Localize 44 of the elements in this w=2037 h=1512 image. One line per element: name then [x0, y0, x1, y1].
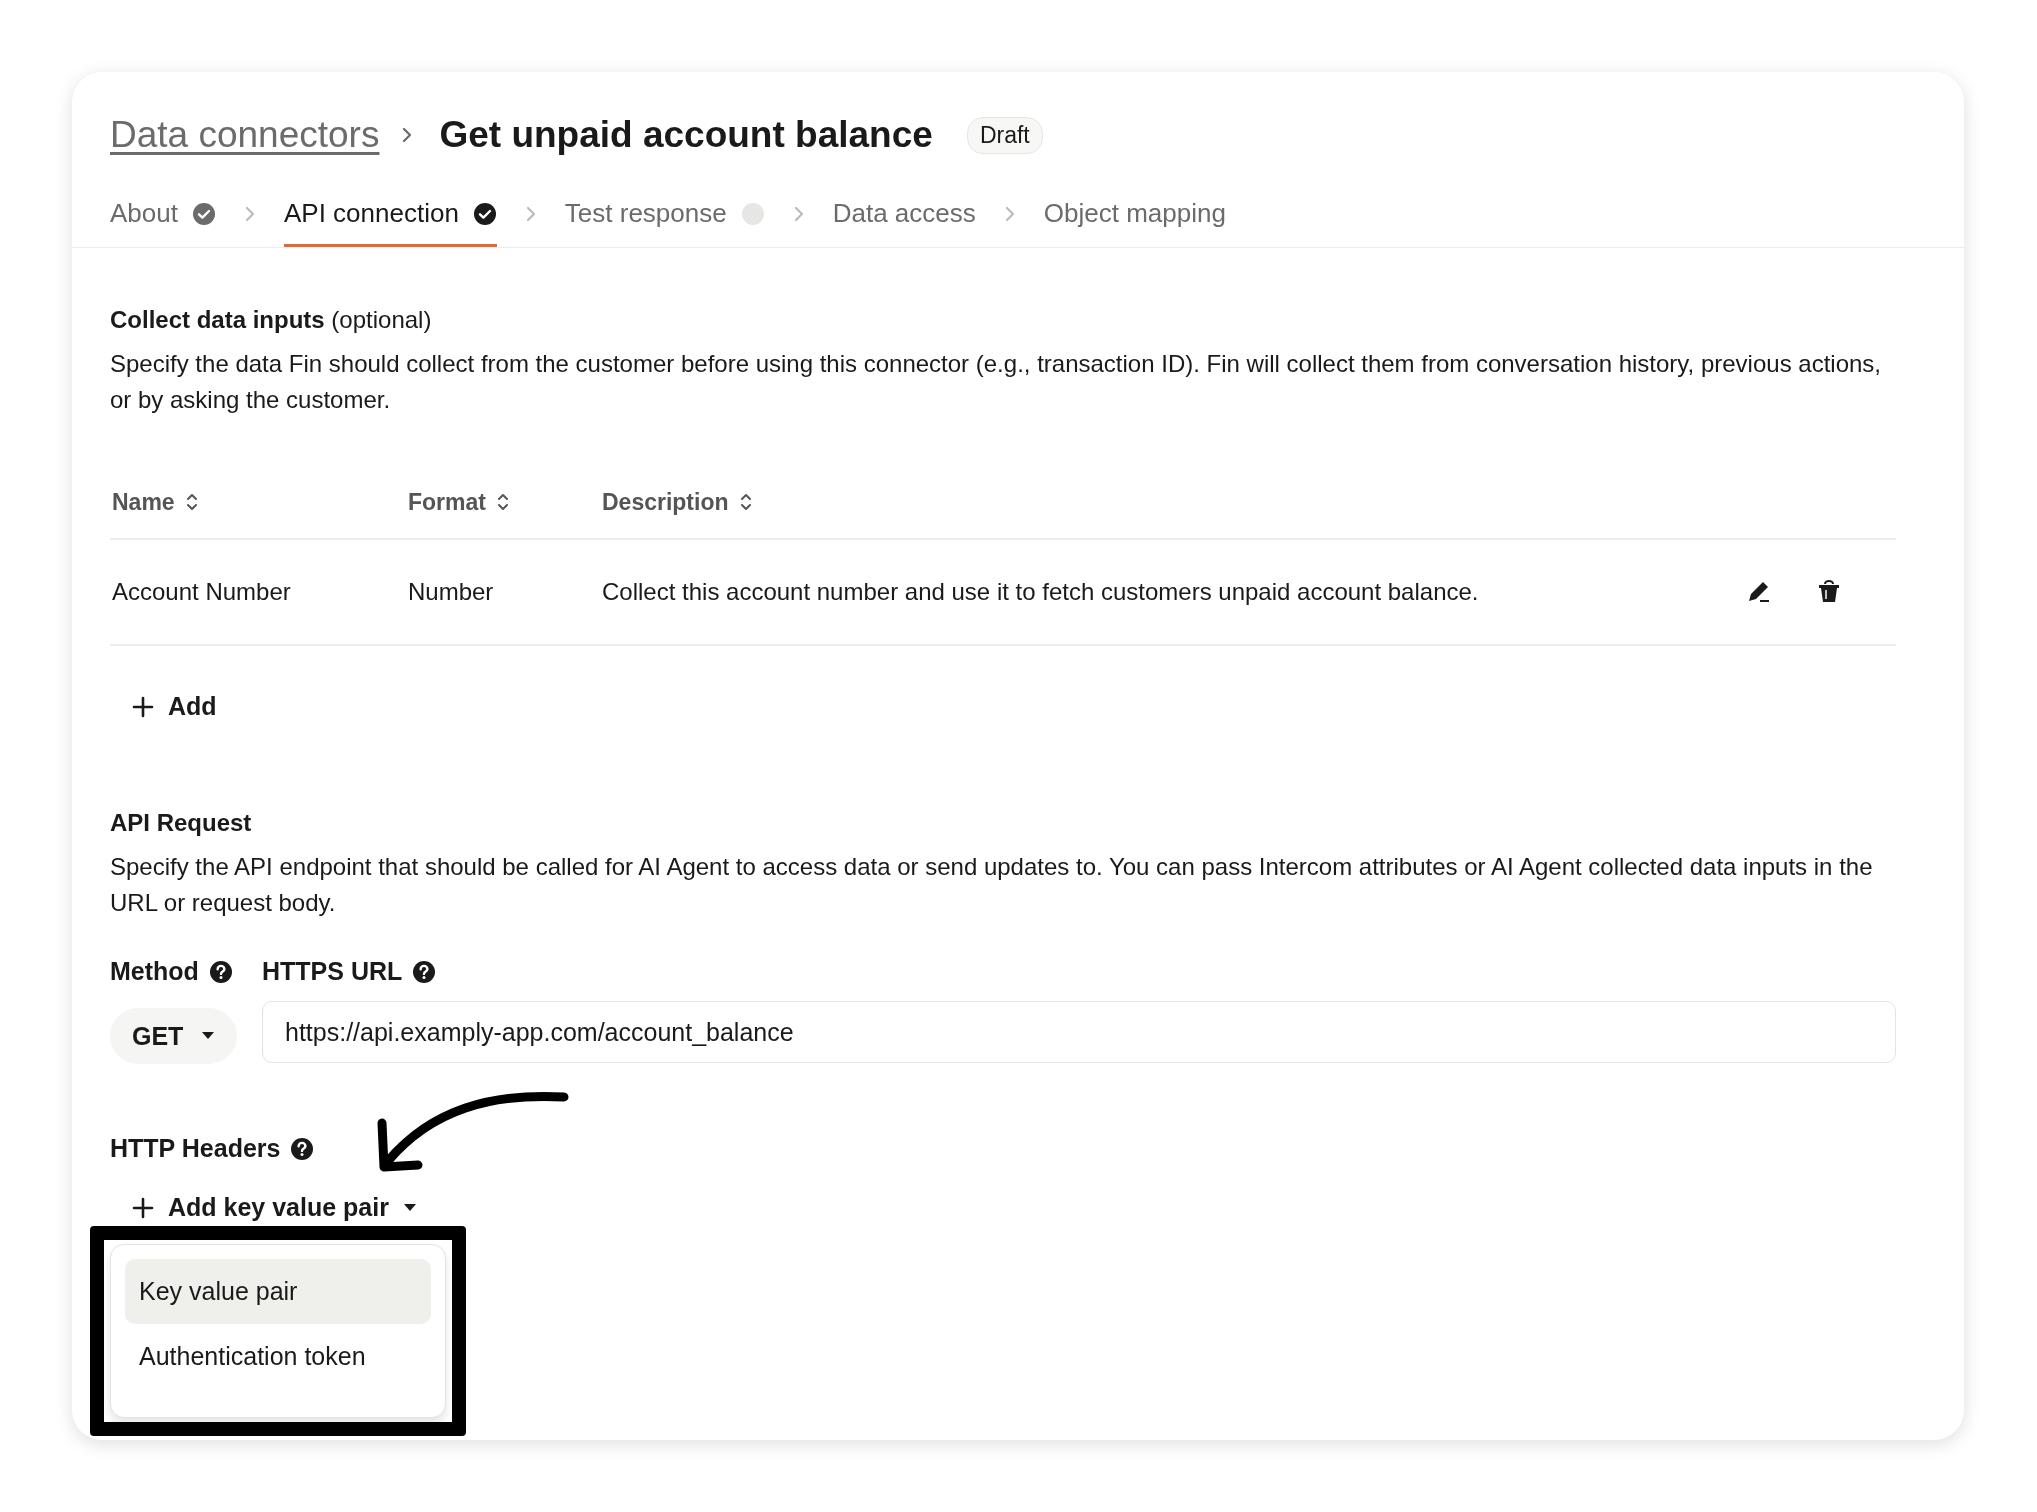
plus-icon — [132, 695, 154, 718]
chevron-right-icon — [401, 126, 414, 144]
plus-icon — [132, 1196, 154, 1219]
column-header[interactable]: Format — [408, 488, 602, 516]
menu-item[interactable]: Authentication token — [125, 1324, 431, 1389]
menu-item[interactable]: Key value pair — [125, 1259, 431, 1324]
url-field[interactable]: https://api.examply-app.com/account_balance — [262, 1001, 1896, 1063]
chevron-right-icon — [1003, 205, 1016, 223]
sort-icon — [738, 491, 753, 513]
help-icon — [208, 959, 233, 984]
step-tab[interactable]: Test response — [564, 185, 765, 247]
chevron-right-icon — [792, 205, 805, 223]
field-label: HTTPS URL — [262, 957, 403, 986]
field-label: HTTP Headers — [110, 1134, 281, 1163]
column-header[interactable]: Name — [112, 488, 408, 516]
add-header-button[interactable]: Add key value pair — [110, 1189, 439, 1226]
caret-down-icon — [402, 1202, 417, 1213]
section-title: API Request — [110, 809, 253, 837]
caret-down-icon — [201, 1031, 216, 1041]
status-badge: Draft — [966, 116, 1043, 154]
pencil-icon — [1746, 579, 1772, 605]
chevron-right-icon — [524, 205, 537, 223]
sort-icon — [495, 491, 510, 513]
add-button[interactable]: Add — [110, 684, 239, 729]
table-cell-text: Number — [408, 578, 495, 606]
help-icon — [412, 959, 437, 984]
method-dropdown[interactable]: GET — [110, 1008, 238, 1064]
field-label: Method — [110, 957, 199, 986]
section-description: Specify the data Fin should collect from the customer before using this connector (e.g., transaction ID). Fin will collect them from conversation history, previous actions, or by asking the customer. — [110, 349, 1882, 415]
step-tab[interactable]: Data access — [832, 185, 976, 247]
table-cell-text: Account Number — [112, 578, 292, 606]
breadcrumb-link[interactable]: Data connectors — [110, 114, 380, 156]
section-title: Collect data inputs (optional) — [110, 306, 433, 334]
step-tab[interactable]: Object mapping — [1043, 185, 1226, 247]
trash-icon — [1816, 579, 1842, 605]
table-cell-text: Collect this account number and use it to fetch customers unpaid account balance. — [602, 578, 1480, 606]
step-tab[interactable]: API connection — [283, 185, 497, 247]
section-description: Specify the API endpoint that should be called for AI Agent to access data or send updates to. You can pass Intercom attributes or AI Agent collected data inputs in the URL or request body. — [110, 852, 1874, 918]
page-title: Get unpaid account balance — [439, 114, 933, 156]
column-header[interactable]: Description — [602, 488, 1726, 516]
sort-icon — [184, 491, 199, 513]
help-icon — [290, 1136, 315, 1161]
step-tab[interactable]: About — [110, 185, 216, 247]
chevron-right-icon — [243, 205, 256, 223]
